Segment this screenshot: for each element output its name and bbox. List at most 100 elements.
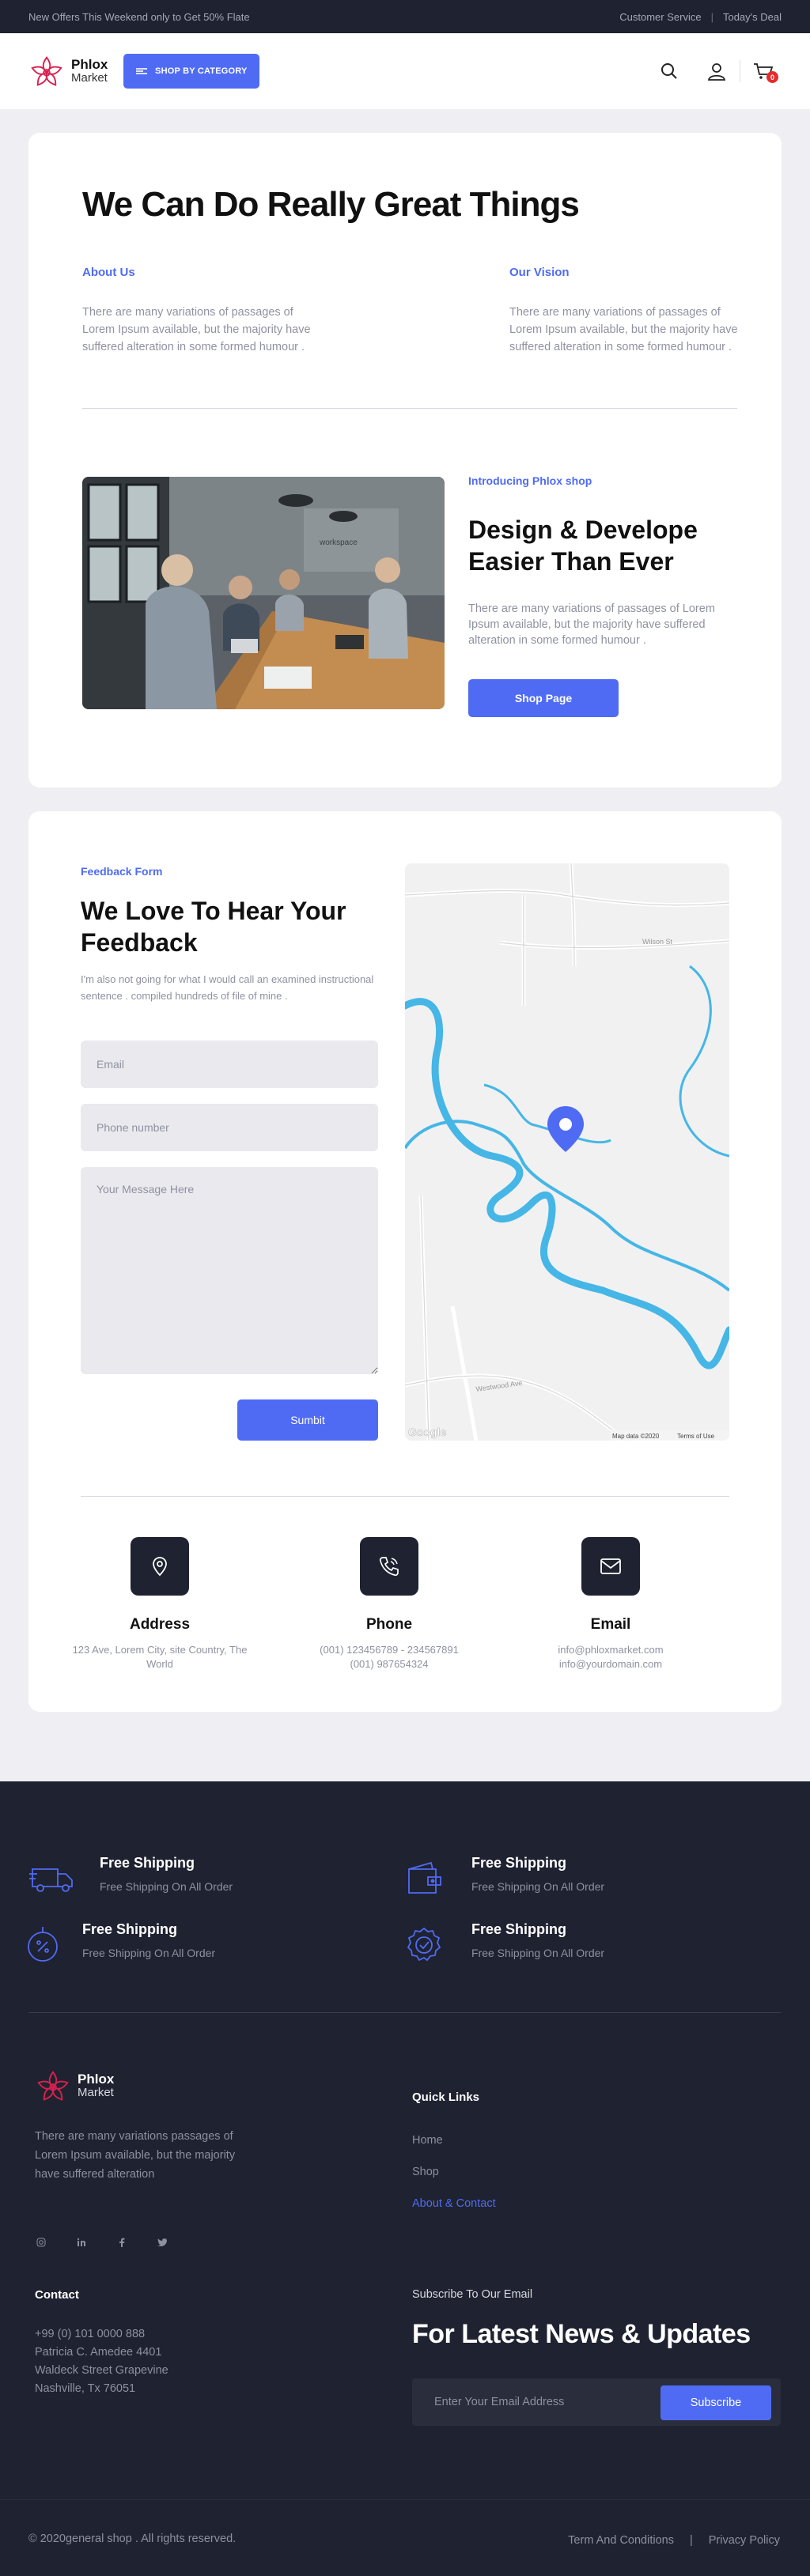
subscribe-title: For Latest News & Updates [412, 2319, 751, 2349]
social-links [35, 2236, 168, 2249]
top-bar-separator: | [710, 10, 713, 23]
phone-line: (001) 987654324 [350, 1658, 429, 1670]
map-street-label: Wilson St [642, 938, 673, 946]
cart-count-badge: 0 [766, 71, 778, 83]
legal-separator: | [689, 2534, 693, 2547]
contact-line: Nashville, Tx 76051 [35, 2382, 136, 2395]
logo-subtitle: Market [71, 71, 108, 85]
subscribe-heading: Subscribe To Our Email [412, 2288, 533, 2301]
badge-check-icon [400, 1921, 448, 1969]
user-icon[interactable] [706, 61, 727, 81]
site-footer: Free Shipping Free Shipping On All Order… [0, 1781, 810, 2576]
logo-name: Phlox [71, 57, 108, 73]
wallet-icon [400, 1855, 448, 1902]
menu-icon [136, 68, 148, 74]
quick-links-heading: Quick Links [412, 2091, 480, 2104]
feature-item: Free Shipping Free Shipping On All Order [400, 1921, 604, 1969]
site-header: Phlox Market SHOP BY CATEGORY 0 [0, 33, 810, 109]
copyright-text: © 2020general shop . All rights reserved… [28, 2533, 237, 2545]
legal-links: Term And Conditions | Privacy Policy [568, 2534, 780, 2547]
section-divider [82, 408, 737, 409]
phone-title: Phone [365, 1616, 413, 1633]
quick-link-home[interactable]: Home [412, 2134, 443, 2147]
feature-subtitle: Free Shipping On All Order [82, 1947, 216, 1959]
shop-by-category-label: SHOP BY CATEGORY [155, 66, 248, 76]
todays-deal-link[interactable]: Today's Deal [723, 11, 782, 23]
header-actions: 0 [659, 33, 778, 109]
intro-text: There are many variations of passages of… [468, 602, 715, 647]
facebook-icon[interactable] [115, 2236, 128, 2249]
about-title: We Can Do Really Great Things [82, 185, 580, 224]
address-line: World [146, 1658, 173, 1670]
discount-icon [19, 1921, 66, 1969]
footer-logo[interactable]: Phlox Market [35, 2068, 114, 2104]
site-logo[interactable]: Phlox Market [28, 53, 108, 89]
feature-subtitle: Free Shipping On All Order [100, 1880, 233, 1893]
feature-item: Free Shipping Free Shipping On All Order [400, 1855, 604, 1902]
privacy-link[interactable]: Privacy Policy [709, 2534, 780, 2547]
twitter-icon[interactable] [156, 2236, 168, 2249]
terms-link[interactable]: Term And Conditions [568, 2534, 674, 2547]
truck-icon [28, 1855, 76, 1902]
shop-page-button[interactable]: Shop Page [468, 679, 619, 717]
feature-item: Free Shipping Free Shipping On All Order [28, 1855, 233, 1902]
cart-icon[interactable]: 0 [753, 61, 778, 83]
instagram-icon[interactable] [35, 2236, 47, 2249]
message-field[interactable] [81, 1167, 378, 1374]
logo-flower-icon [37, 2071, 69, 2101]
subscribe-button[interactable]: Subscribe [660, 2385, 771, 2420]
contact-section: Feedback Form We Love To Hear Your Feedb… [28, 811, 782, 1712]
feature-item: Free Shipping Free Shipping On All Order [19, 1921, 215, 1969]
quick-link-about-contact[interactable]: About & Contact [412, 2197, 496, 2210]
address-line: 123 Ave, Lorem City, site Country, The [72, 1644, 248, 1656]
logo-flower-icon [31, 56, 62, 86]
phone-field[interactable] [81, 1104, 378, 1151]
logo-text: Phlox Market [78, 2072, 114, 2099]
about-section: We Can Do Really Great Things About Us T… [28, 133, 782, 788]
contact-line: +99 (0) 101 0000 888 [35, 2328, 146, 2340]
location-icon [131, 1537, 189, 1596]
map-provider-logo: Google [408, 1426, 446, 1438]
customer-service-link[interactable]: Customer Service [619, 11, 701, 23]
map-terms-link[interactable]: Terms of Use [677, 1433, 715, 1440]
search-icon[interactable] [659, 61, 679, 81]
feature-title: Free Shipping [82, 1921, 178, 1937]
logo-subtitle: Market [78, 2086, 114, 2100]
address-title: Address [129, 1616, 191, 1633]
office-meeting-image: workspace [82, 477, 445, 709]
contact-line: Patricia C. Amedee 4401 [35, 2346, 162, 2359]
svg-text:workspace: workspace [319, 538, 358, 547]
logo-name: Phlox [78, 2072, 115, 2087]
quick-link-shop[interactable]: Shop [412, 2166, 439, 2178]
intro-title: Design & Develope Easier Than Ever [468, 516, 698, 576]
phone-line: (001) 123456789 - 234567891 [320, 1644, 459, 1656]
feature-title: Free Shipping [471, 1855, 567, 1871]
contact-divider [81, 1496, 729, 1497]
subscribe-email-input[interactable] [412, 2378, 642, 2426]
feature-subtitle: Free Shipping On All Order [471, 1947, 605, 1959]
intro-tag: Introducing Phlox shop [468, 474, 592, 487]
location-map[interactable]: Wilson St Westwood Ave Google Map data ©… [405, 863, 729, 1441]
shop-by-category-button[interactable]: SHOP BY CATEGORY [123, 54, 260, 89]
email-line: info@yourdomain.com [558, 1658, 663, 1670]
about-us-text: There are many variations of passages of… [82, 306, 311, 353]
envelope-icon [581, 1537, 640, 1596]
footer-description: There are many variations passages of Lo… [35, 2130, 236, 2181]
feature-subtitle: Free Shipping On All Order [471, 1880, 605, 1893]
email-field[interactable] [81, 1041, 378, 1088]
about-us-heading: About Us [82, 266, 135, 279]
feedback-text: I'm also not going for what I would call… [81, 973, 374, 1002]
contact-heading: Contact [35, 2288, 79, 2302]
phone-icon [360, 1537, 418, 1596]
linkedin-icon[interactable] [75, 2236, 88, 2249]
our-vision-text: There are many variations of passages of… [509, 306, 738, 353]
feedback-title: We Love To Hear Your Feedback [81, 897, 346, 957]
footer-bottom-divider [0, 2499, 810, 2500]
footer-divider [28, 2012, 782, 2013]
email-block: Email info@phloxmarket.com info@yourdoma… [508, 1537, 713, 1671]
phone-block: Phone (001) 123456789 - 234567891 (001) … [286, 1537, 492, 1671]
feature-title: Free Shipping [471, 1921, 567, 1937]
address-block: Address 123 Ave, Lorem City, site Countr… [57, 1537, 263, 1671]
submit-button[interactable]: Sumbit [237, 1399, 378, 1441]
email-line: info@phloxmarket.com [558, 1644, 664, 1656]
